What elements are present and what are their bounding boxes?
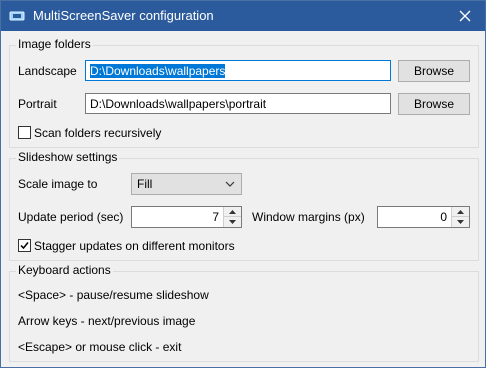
chevron-down-icon (457, 220, 464, 224)
landscape-path-value: D:\Downloads\wallpapers (90, 64, 226, 78)
update-period-value: 7 (212, 210, 219, 224)
window-margins-value: 0 (440, 210, 447, 224)
stagger-checkbox[interactable] (18, 239, 31, 252)
chevron-up-icon (229, 210, 236, 214)
portrait-browse-button[interactable]: Browse (398, 93, 470, 115)
window-margins-down-button[interactable] (452, 217, 469, 227)
update-period-arrows (223, 207, 241, 227)
slideshow-group: Slideshow settings Scale image to Fill U… (9, 150, 479, 261)
keyboard-title: Keyboard actions (16, 263, 113, 277)
keyboard-line: Arrow keys - next/previous image (18, 314, 196, 328)
image-folders-group: Image folders Landscape D:\Downloads\wal… (9, 37, 479, 148)
config-window: MultiScreenSaver configuration Image fol… (0, 0, 486, 368)
image-folders-title: Image folders (16, 37, 93, 51)
scale-select-value: Fill (137, 177, 153, 191)
window-margins-up-button[interactable] (452, 207, 469, 217)
keyboard-line: <Escape> or mouse click - exit (18, 340, 182, 354)
window-margins-label: Window margins (px) (252, 210, 365, 224)
window-margins-spinner[interactable]: 0 (377, 206, 470, 228)
chevron-up-icon (457, 210, 464, 214)
keyboard-line: <Space> - pause/resume slideshow (18, 288, 209, 302)
landscape-browse-button[interactable]: Browse (398, 60, 470, 82)
slideshow-title: Slideshow settings (16, 150, 120, 164)
window-margins-arrows (451, 207, 469, 227)
app-icon (9, 9, 25, 23)
landscape-label: Landscape (18, 64, 77, 78)
update-period-down-button[interactable] (224, 217, 241, 227)
stagger-label: Stagger updates on different monitors (34, 239, 235, 253)
portrait-path-value: D:\Downloads\wallpapers\portrait (90, 97, 267, 111)
portrait-label: Portrait (18, 97, 57, 111)
landscape-path-input[interactable]: D:\Downloads\wallpapers (85, 60, 391, 81)
keyboard-group: Keyboard actions <Space> - pause/resume … (9, 263, 479, 362)
close-button[interactable] (445, 1, 485, 31)
title-bar: MultiScreenSaver configuration (1, 1, 485, 31)
recursive-checkbox[interactable] (18, 126, 31, 139)
scale-label: Scale image to (18, 177, 98, 191)
close-icon (459, 10, 471, 22)
chevron-down-icon (229, 220, 236, 224)
chevron-down-icon (225, 181, 235, 187)
recursive-label: Scan folders recursively (34, 126, 162, 140)
update-period-up-button[interactable] (224, 207, 241, 217)
portrait-path-input[interactable]: D:\Downloads\wallpapers\portrait (85, 93, 391, 114)
window-title: MultiScreenSaver configuration (33, 8, 214, 23)
checkmark-icon (20, 242, 29, 250)
scale-select[interactable]: Fill (131, 173, 242, 195)
update-period-label: Update period (sec) (18, 210, 124, 224)
update-period-spinner[interactable]: 7 (131, 206, 242, 228)
